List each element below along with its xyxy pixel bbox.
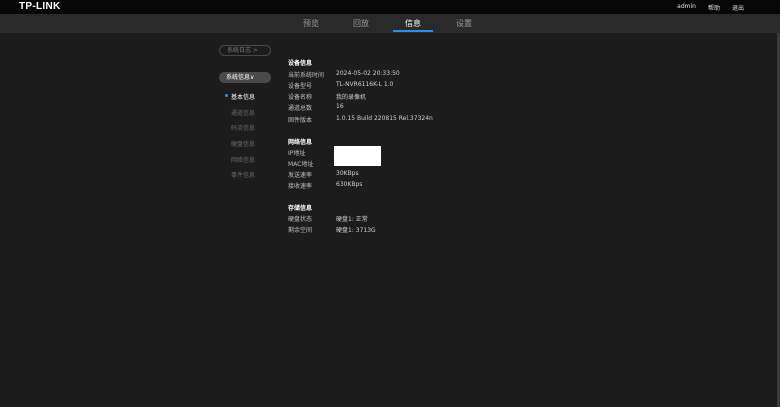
sidebar-item-channel-info[interactable]: 通道信息 xyxy=(231,108,255,117)
free-space-value: 硬盘1: 3713G xyxy=(336,227,376,234)
main-nav: 预览 回放 信息 设置 xyxy=(0,14,780,33)
device-model-value: TL-NVR6116K-L 1.0 xyxy=(336,81,394,88)
tp-link-logo: TP-LINK xyxy=(19,1,61,12)
sidebar-item-stream-info[interactable]: 码流信息 xyxy=(231,123,255,132)
send-rate-value: 30KBps xyxy=(336,170,359,177)
sidebar-item-disk-info[interactable]: 硬盘信息 xyxy=(231,139,255,148)
receive-rate-label: 接收速率 xyxy=(288,183,313,190)
device-model-label: 设备型号 xyxy=(288,83,313,90)
tab-info[interactable]: 信息 xyxy=(393,14,433,33)
send-rate-label: 发送速率 xyxy=(288,172,313,179)
free-space-label: 剩余空间 xyxy=(288,227,313,234)
top-bar: TP-LINK admin 帮助 退出 xyxy=(0,0,780,14)
receive-rate-value: 630KBps xyxy=(336,181,363,188)
admin-link[interactable]: admin xyxy=(677,3,696,12)
device-name-label: 设备名称 xyxy=(288,94,313,101)
firmware-label: 固件版本 xyxy=(288,117,313,124)
redacted-address-box xyxy=(334,146,381,166)
system-info-dropdown[interactable]: 系统信息∨ xyxy=(219,72,271,83)
logout-link[interactable]: 退出 xyxy=(732,3,744,12)
mac-address-label: MAC地址 xyxy=(288,161,314,168)
sidebar-item-basic-info[interactable]: 基本信息 xyxy=(224,92,255,101)
system-log-button[interactable]: 系统日志 > xyxy=(219,45,271,56)
storage-info-title: 存储信息 xyxy=(288,205,313,212)
network-info-title: 网络信息 xyxy=(288,139,313,146)
firmware-value: 1.0.15 Build 220815 Rel.37324n xyxy=(336,115,433,122)
system-time-label: 当前系统时间 xyxy=(288,72,325,79)
disk-status-value: 硬盘1: 正常 xyxy=(336,216,368,223)
device-name-value: 我的录像机 xyxy=(336,94,367,101)
help-link[interactable]: 帮助 xyxy=(708,3,720,12)
tab-preview[interactable]: 预览 xyxy=(298,14,324,33)
sidebar-item-network-info[interactable]: 网络信息 xyxy=(231,155,255,164)
channel-count-label: 通道总数 xyxy=(288,105,313,112)
tab-playback[interactable]: 回放 xyxy=(348,14,374,33)
ip-address-label: IP地址 xyxy=(288,150,306,157)
system-time-value: 2024-05-02 20:33:50 xyxy=(336,70,400,77)
sidebar-item-event-info[interactable]: 事件信息 xyxy=(231,170,255,179)
device-info-title: 设备信息 xyxy=(288,60,313,67)
channel-count-value: 16 xyxy=(336,103,344,110)
disk-status-label: 硬盘状态 xyxy=(288,216,313,223)
tab-settings[interactable]: 设置 xyxy=(451,14,477,33)
top-links: admin 帮助 退出 xyxy=(677,3,744,12)
